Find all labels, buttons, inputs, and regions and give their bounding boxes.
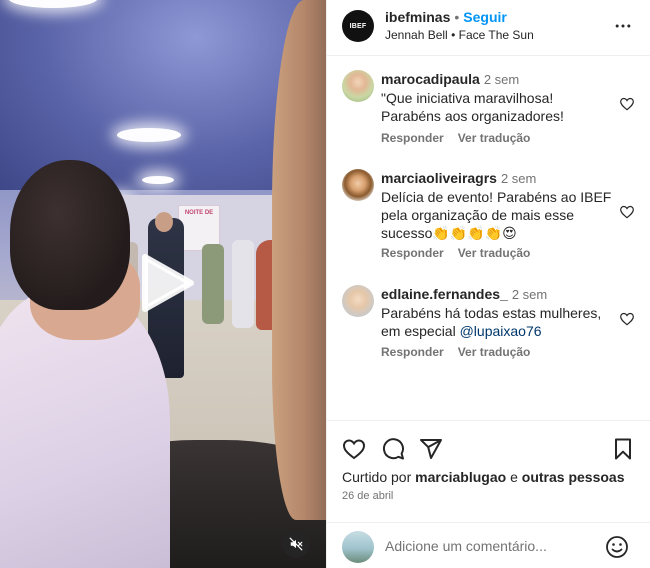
follow-button[interactable]: Seguir <box>463 9 507 25</box>
likes-user[interactable]: marciablugao <box>415 469 506 485</box>
heart-icon[interactable] <box>342 437 366 461</box>
reply-button[interactable]: Responder <box>381 345 444 359</box>
post-date[interactable]: 26 de abril <box>342 490 393 502</box>
translate-button[interactable]: Ver tradução <box>458 131 531 145</box>
likes-prefix: Curtido por <box>342 469 416 485</box>
foreground-person-right <box>272 0 326 520</box>
comment-username[interactable]: marciaoliveiragrs <box>381 170 497 186</box>
more-horizontal-icon <box>615 24 631 28</box>
play-button[interactable] <box>135 252 197 314</box>
author-avatar[interactable]: IBEF <box>342 10 374 42</box>
emoji-icon[interactable] <box>605 535 629 559</box>
comment-time: 2 sem <box>511 287 548 302</box>
mute-button[interactable] <box>282 530 310 558</box>
comment-text: Delícia de evento! Parabéns ao IBEF pela… <box>381 189 612 241</box>
comment-time: 2 sem <box>483 72 520 87</box>
audio-track: Face The Sun <box>458 28 534 42</box>
guest-figure <box>202 244 224 324</box>
heart-icon[interactable] <box>619 96 635 112</box>
comment-item: edlaine.fernandes_ 2 sem Parabéns há toda… <box>327 285 650 365</box>
comment-item: marciaoliveiragrs 2 sem Delícia de evento… <box>327 169 650 269</box>
muted-speaker-icon <box>289 537 303 551</box>
share-icon[interactable] <box>419 437 443 461</box>
audio-line[interactable]: Jennah Bell • Face The Sun <box>385 28 534 42</box>
comment-mention[interactable]: @lupaixao76 <box>460 323 542 339</box>
author-username[interactable]: ibefminas <box>385 9 450 25</box>
heart-icon[interactable] <box>619 204 635 220</box>
reply-button[interactable]: Responder <box>381 131 444 145</box>
comment-actions: Responder Ver tradução <box>381 246 544 260</box>
guest-figure <box>232 240 254 328</box>
event-banner-text: NOITE DE <box>184 210 214 216</box>
comment-text: "Que iniciativa maravilhosa! Parabéns ao… <box>381 90 564 124</box>
comment-time: 2 sem <box>500 171 537 186</box>
header-separator: • <box>454 9 460 25</box>
reply-button[interactable]: Responder <box>381 246 444 260</box>
audio-artist: Jennah Bell <box>385 28 448 42</box>
post-side-panel: IBEF ibefminas • Seguir Jennah Bell • Face… <box>326 0 650 568</box>
video-player[interactable]: NOITE DE <box>0 0 326 568</box>
commenter-avatar[interactable] <box>342 70 374 102</box>
likes-middle: e <box>506 469 522 485</box>
commenter-avatar[interactable] <box>342 169 374 201</box>
comment-icon[interactable] <box>381 437 405 461</box>
header-line: ibefminas • Seguir <box>385 9 507 25</box>
comment-input[interactable] <box>385 535 605 557</box>
play-icon <box>142 254 194 312</box>
comment-actions: Responder Ver tradução <box>381 131 544 145</box>
more-options-button[interactable] <box>611 14 635 38</box>
likes-summary: Curtido por marciablugao e outras pessoa… <box>342 469 624 485</box>
comment-body: marocadipaula 2 sem "Que iniciativa marav… <box>381 70 613 125</box>
commenter-avatar[interactable] <box>342 285 374 317</box>
comment-item: marocadipaula 2 sem "Que iniciativa marav… <box>327 70 650 150</box>
current-user-avatar <box>342 531 374 563</box>
speaker-head <box>155 212 173 232</box>
bookmark-icon[interactable] <box>611 437 635 461</box>
comment-body: marciaoliveiragrs 2 sem Delícia de evento… <box>381 169 613 242</box>
translate-button[interactable]: Ver tradução <box>458 246 531 260</box>
post-header: IBEF ibefminas • Seguir Jennah Bell • Face… <box>327 0 650 56</box>
comment-username[interactable]: edlaine.fernandes_ <box>381 286 508 302</box>
heart-icon[interactable] <box>619 311 635 327</box>
add-comment-bar <box>327 522 650 568</box>
comment-body: edlaine.fernandes_ 2 sem Parabéns há toda… <box>381 285 613 340</box>
comment-actions: Responder Ver tradução <box>381 345 544 359</box>
audio-separator: • <box>451 28 456 42</box>
translate-button[interactable]: Ver tradução <box>458 345 531 359</box>
ceiling-light <box>142 176 174 184</box>
ceiling-light <box>117 128 181 142</box>
author-avatar-text: IBEF <box>349 22 367 30</box>
comment-username[interactable]: marocadipaula <box>381 71 480 87</box>
foreground-person-head <box>10 160 130 310</box>
likes-others[interactable]: outras pessoas <box>522 469 625 485</box>
